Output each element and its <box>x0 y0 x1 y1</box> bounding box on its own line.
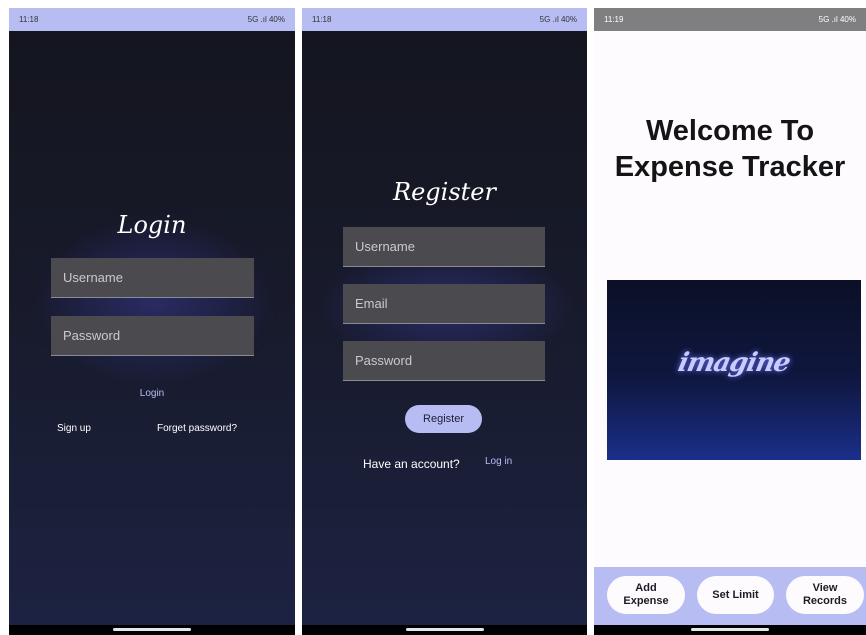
view-records-button[interactable]: View Records <box>786 576 864 614</box>
login-background: Login Username Password Login Sign up Fo… <box>9 31 295 625</box>
add-expense-label-1: Add <box>635 582 657 594</box>
add-expense-label-2: Expense <box>623 595 669 607</box>
bottom-action-bar: Add Expense Set Limit View Records <box>594 567 866 625</box>
status-indicators: 5G .ıl 40% <box>539 15 577 24</box>
system-nav-bar <box>9 625 295 635</box>
home-background: Welcome To Expense Tracker imagine Add Ex… <box>594 31 866 625</box>
login-link[interactable]: Log in <box>485 456 512 467</box>
welcome-line-1: Welcome To <box>645 115 815 147</box>
password-field[interactable]: Password <box>51 316 254 356</box>
status-time: 11:19 <box>604 15 624 24</box>
home-gesture-pill[interactable] <box>113 628 191 631</box>
register-screen: 11:18 5G .ıl 40% Register Username Email… <box>302 0 587 635</box>
username-field[interactable]: Username <box>343 227 545 267</box>
login-button[interactable]: Login <box>9 388 295 399</box>
home-gesture-pill[interactable] <box>691 628 769 631</box>
view-records-label-2: Records <box>802 595 848 607</box>
signup-link[interactable]: Sign up <box>57 423 91 434</box>
forget-password-link[interactable]: Forget password? <box>157 423 237 434</box>
hero-image: imagine <box>607 280 861 460</box>
set-limit-button[interactable]: Set Limit <box>697 576 774 614</box>
page-title: Register <box>393 178 496 206</box>
add-expense-button[interactable]: Add Expense <box>607 576 685 614</box>
welcome-line-2: Expense Tracker <box>614 151 846 183</box>
login-screen: 11:18 5G .ıl 40% Login Username Password… <box>9 0 295 635</box>
home-gesture-pill[interactable] <box>405 628 484 631</box>
status-time: 11:18 <box>312 15 332 24</box>
status-bar: 11:19 5G .ıl 40% <box>594 8 866 31</box>
welcome-heading: Welcome To Expense Tracker <box>594 113 866 185</box>
system-nav-bar <box>302 625 587 635</box>
status-bar: 11:18 5G .ıl 40% <box>9 8 295 31</box>
hero-logo-art: imagine <box>675 348 793 378</box>
register-button[interactable]: Register <box>405 405 482 433</box>
status-indicators: 5G .ıl 40% <box>818 15 856 24</box>
password-field[interactable]: Password <box>343 341 545 381</box>
status-bar: 11:18 5G .ıl 40% <box>302 8 587 31</box>
have-account-text: Have an account? <box>363 457 460 471</box>
register-background: Register Username Email Password Registe… <box>302 31 587 625</box>
username-field[interactable]: Username <box>51 258 254 298</box>
status-time: 11:18 <box>19 15 39 24</box>
home-screen: 11:19 5G .ıl 40% Welcome To Expense Trac… <box>594 0 866 635</box>
view-records-label-1: View <box>812 582 838 594</box>
system-nav-bar <box>594 625 866 635</box>
page-title: Login <box>117 211 187 239</box>
background-art <box>39 221 269 381</box>
status-indicators: 5G .ıl 40% <box>247 15 285 24</box>
email-field[interactable]: Email <box>343 284 545 324</box>
